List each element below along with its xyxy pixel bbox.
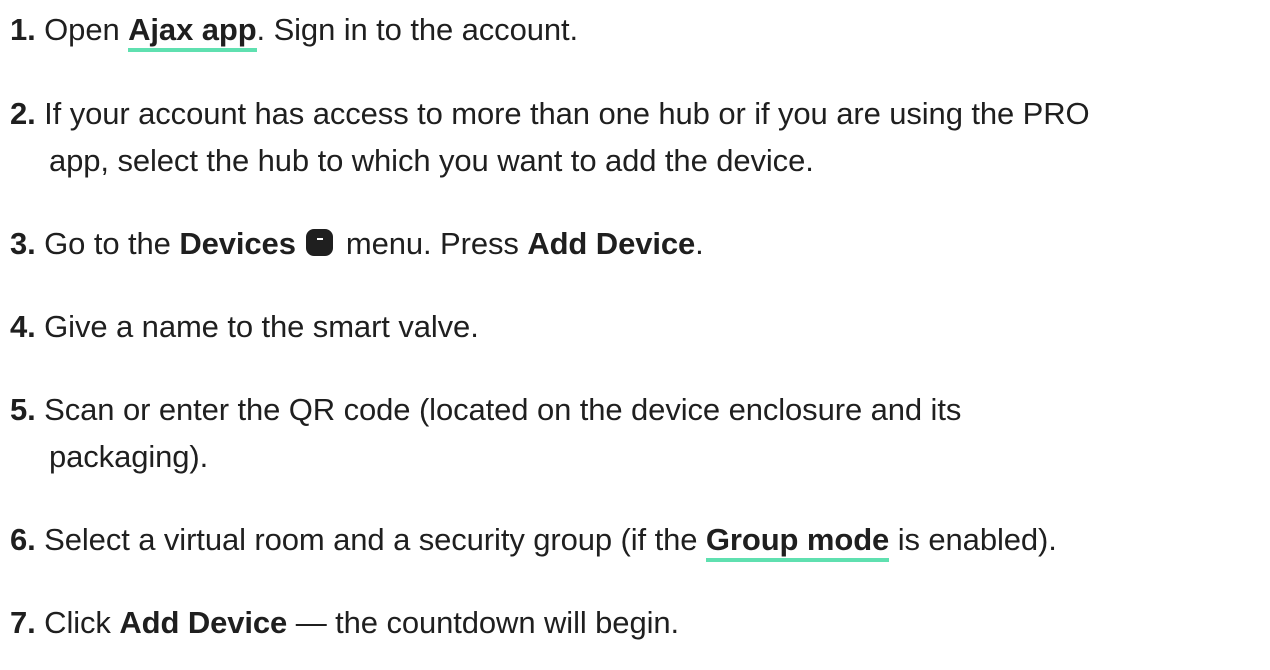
- step-text: Go to the: [44, 226, 171, 261]
- step-text: Select a virtual room and a security gro…: [44, 522, 698, 557]
- step-text: .: [695, 226, 704, 261]
- step-text: Give a name to the smart valve.: [44, 309, 479, 344]
- step-number: 1.: [10, 12, 36, 47]
- instruction-steps: 1. Open Ajax app. Sign in to the account…: [0, 0, 1270, 670]
- step-2: 2. If your account has access to more th…: [10, 90, 1260, 184]
- step-number: 7.: [10, 605, 36, 640]
- step-text: Scan or enter the QR code (located on th…: [44, 392, 962, 427]
- ajax-app-link[interactable]: Ajax app: [128, 12, 257, 52]
- step-7: 7. Click Add Device — the countdown will…: [10, 599, 1260, 646]
- add-device-label: Add Device: [119, 605, 288, 640]
- add-device-label: Add Device: [527, 226, 696, 261]
- step-1: 1. Open Ajax app. Sign in to the account…: [10, 6, 1260, 53]
- step-text-continuation: packaging).: [49, 439, 209, 474]
- step-number: 5.: [10, 392, 36, 427]
- group-mode-link[interactable]: Group mode: [705, 522, 889, 562]
- step-6: 6. Select a virtual room and a security …: [10, 516, 1260, 563]
- step-text: If your account has access to more than …: [44, 96, 1090, 131]
- step-number: 4.: [10, 309, 36, 344]
- step-text: . Sign in to the account.: [256, 12, 579, 47]
- step-3: 3. Go to the Devices menu. Press Add Dev…: [10, 220, 1260, 267]
- step-text: Click: [44, 605, 111, 640]
- step-5: 5. Scan or enter the QR code (located on…: [10, 386, 1260, 480]
- step-text: Open: [44, 12, 120, 47]
- step-4: 4. Give a name to the smart valve.: [10, 303, 1260, 350]
- step-number: 2.: [10, 96, 36, 131]
- devices-icon: [306, 229, 334, 256]
- step-number: 6.: [10, 522, 36, 557]
- step-text: — the countdown will begin.: [295, 605, 680, 640]
- step-text-continuation: app, select the hub to which you want to…: [49, 143, 814, 178]
- devices-menu-label: Devices: [179, 226, 296, 261]
- step-number: 3.: [10, 226, 36, 261]
- step-text: is enabled).: [897, 522, 1057, 557]
- step-text: menu. Press: [345, 226, 519, 261]
